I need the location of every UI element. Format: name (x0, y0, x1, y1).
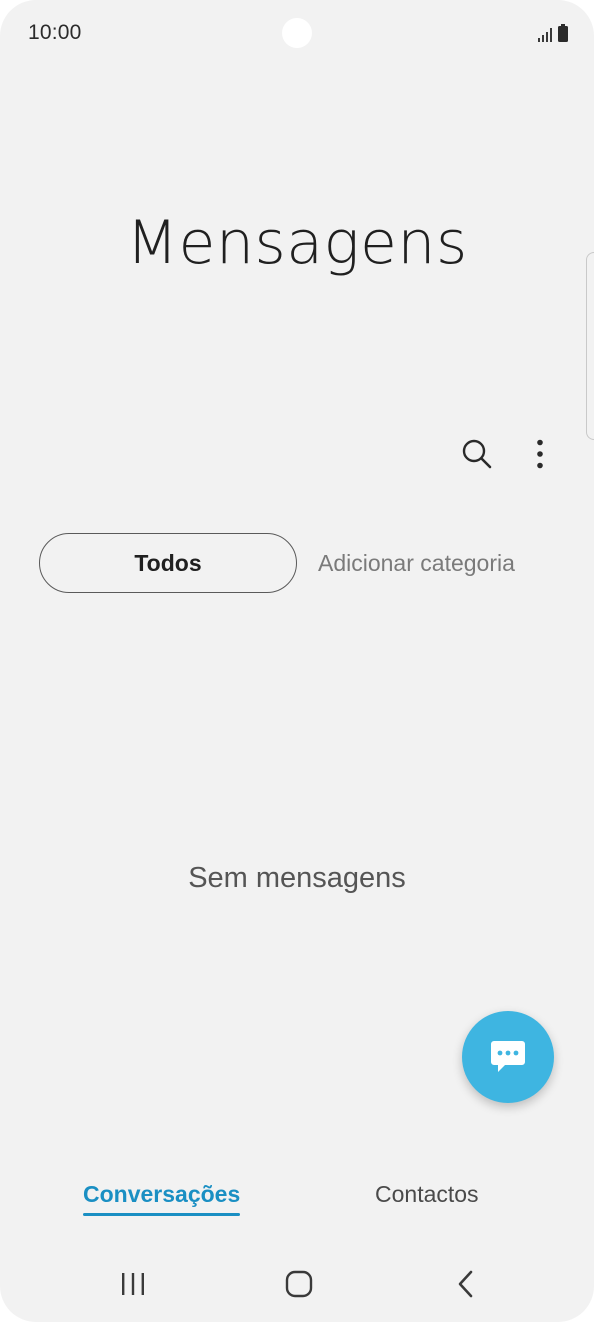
bottom-tab-bar: Conversações Contactos (0, 1166, 594, 1226)
recents-icon (122, 1273, 144, 1295)
status-bar: 10:00 (0, 0, 594, 68)
status-time: 10:00 (28, 21, 82, 44)
more-options-icon (537, 439, 543, 469)
tab-contacts[interactable]: Contactos (375, 1166, 479, 1222)
back-icon (458, 1270, 473, 1298)
home-icon (285, 1270, 313, 1298)
edge-panel-handle[interactable] (586, 252, 594, 440)
signal-bars-icon (538, 28, 552, 42)
recents-button[interactable] (105, 1264, 161, 1304)
back-button[interactable] (438, 1264, 494, 1304)
search-icon (462, 439, 492, 469)
empty-state-message: Sem mensagens (188, 862, 406, 894)
category-filter-row: Todos Adicionar categoria (0, 533, 594, 595)
more-options-button[interactable] (516, 430, 564, 478)
front-camera (282, 18, 312, 48)
add-category-button[interactable]: Adicionar categoria (318, 533, 515, 593)
status-icons (538, 24, 568, 42)
category-chip-all[interactable]: Todos (39, 533, 297, 593)
search-button[interactable] (453, 430, 501, 478)
chat-bubble-icon (491, 1041, 525, 1072)
battery-icon (558, 24, 568, 42)
tab-conversations[interactable]: Conversações (83, 1166, 241, 1222)
active-tab-indicator (83, 1213, 241, 1216)
home-button[interactable] (271, 1264, 327, 1304)
system-navigation-bar (0, 1250, 594, 1322)
new-message-button[interactable] (462, 1011, 554, 1103)
page-title: Mensagens (126, 208, 468, 278)
phone-screen: 10:00 Mensagens Todos Adicionar categori… (0, 0, 594, 1322)
tab-contacts-label: Contactos (375, 1181, 479, 1207)
